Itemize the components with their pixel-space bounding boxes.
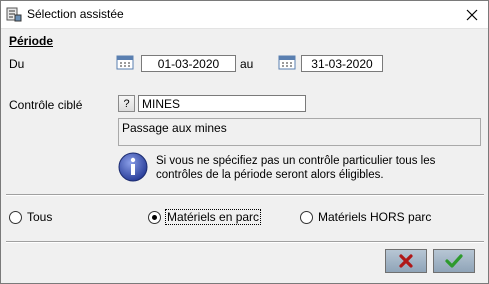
date-to-input[interactable]: 31-03-2020 [301,55,383,72]
radio-materiels-hors-parc-label: Matériels HORS parc [318,210,432,224]
radio-materiels-hors-parc-circle [300,210,313,224]
title-bar: Sélection assistée [1,1,488,29]
info-text: Si vous ne spécifiez pas un contrôle par… [156,155,436,181]
separator-bottom [6,241,484,243]
radio-materiels-en-parc-circle [148,210,161,224]
check-icon [445,254,463,268]
controle-label: Contrôle ciblé [9,98,83,112]
ok-button[interactable] [433,249,475,273]
radio-materiels-en-parc-label: Matériels en parc [164,209,262,225]
info-icon [118,152,148,182]
app-icon [6,7,22,22]
to-label: au [240,57,254,71]
calendar-icon-from[interactable] [116,54,134,70]
radio-materiels-en-parc[interactable]: Matériels en parc [148,209,262,225]
radio-tous[interactable]: Tous [9,210,52,224]
close-button[interactable] [456,1,488,28]
dialog-window: Sélection assistée Période Du 01-03-2020… [0,0,489,284]
calendar-icon-to[interactable] [278,54,296,70]
radio-tous-circle [9,210,22,224]
section-title-periode: Période [9,34,54,48]
controle-description: Passage aux mines [118,118,481,146]
window-title: Sélection assistée [27,7,124,21]
close-icon [466,9,478,20]
radio-tous-label: Tous [27,210,53,224]
cancel-icon [399,254,413,268]
from-label: Du [9,57,25,71]
date-from-input[interactable]: 01-03-2020 [141,55,236,72]
separator-top [6,194,484,196]
controle-code-input[interactable]: MINES [138,95,306,112]
cancel-button[interactable] [385,249,427,273]
controle-help-button[interactable]: ? [118,95,135,112]
radio-materiels-hors-parc[interactable]: Matériels HORS parc [300,210,431,224]
